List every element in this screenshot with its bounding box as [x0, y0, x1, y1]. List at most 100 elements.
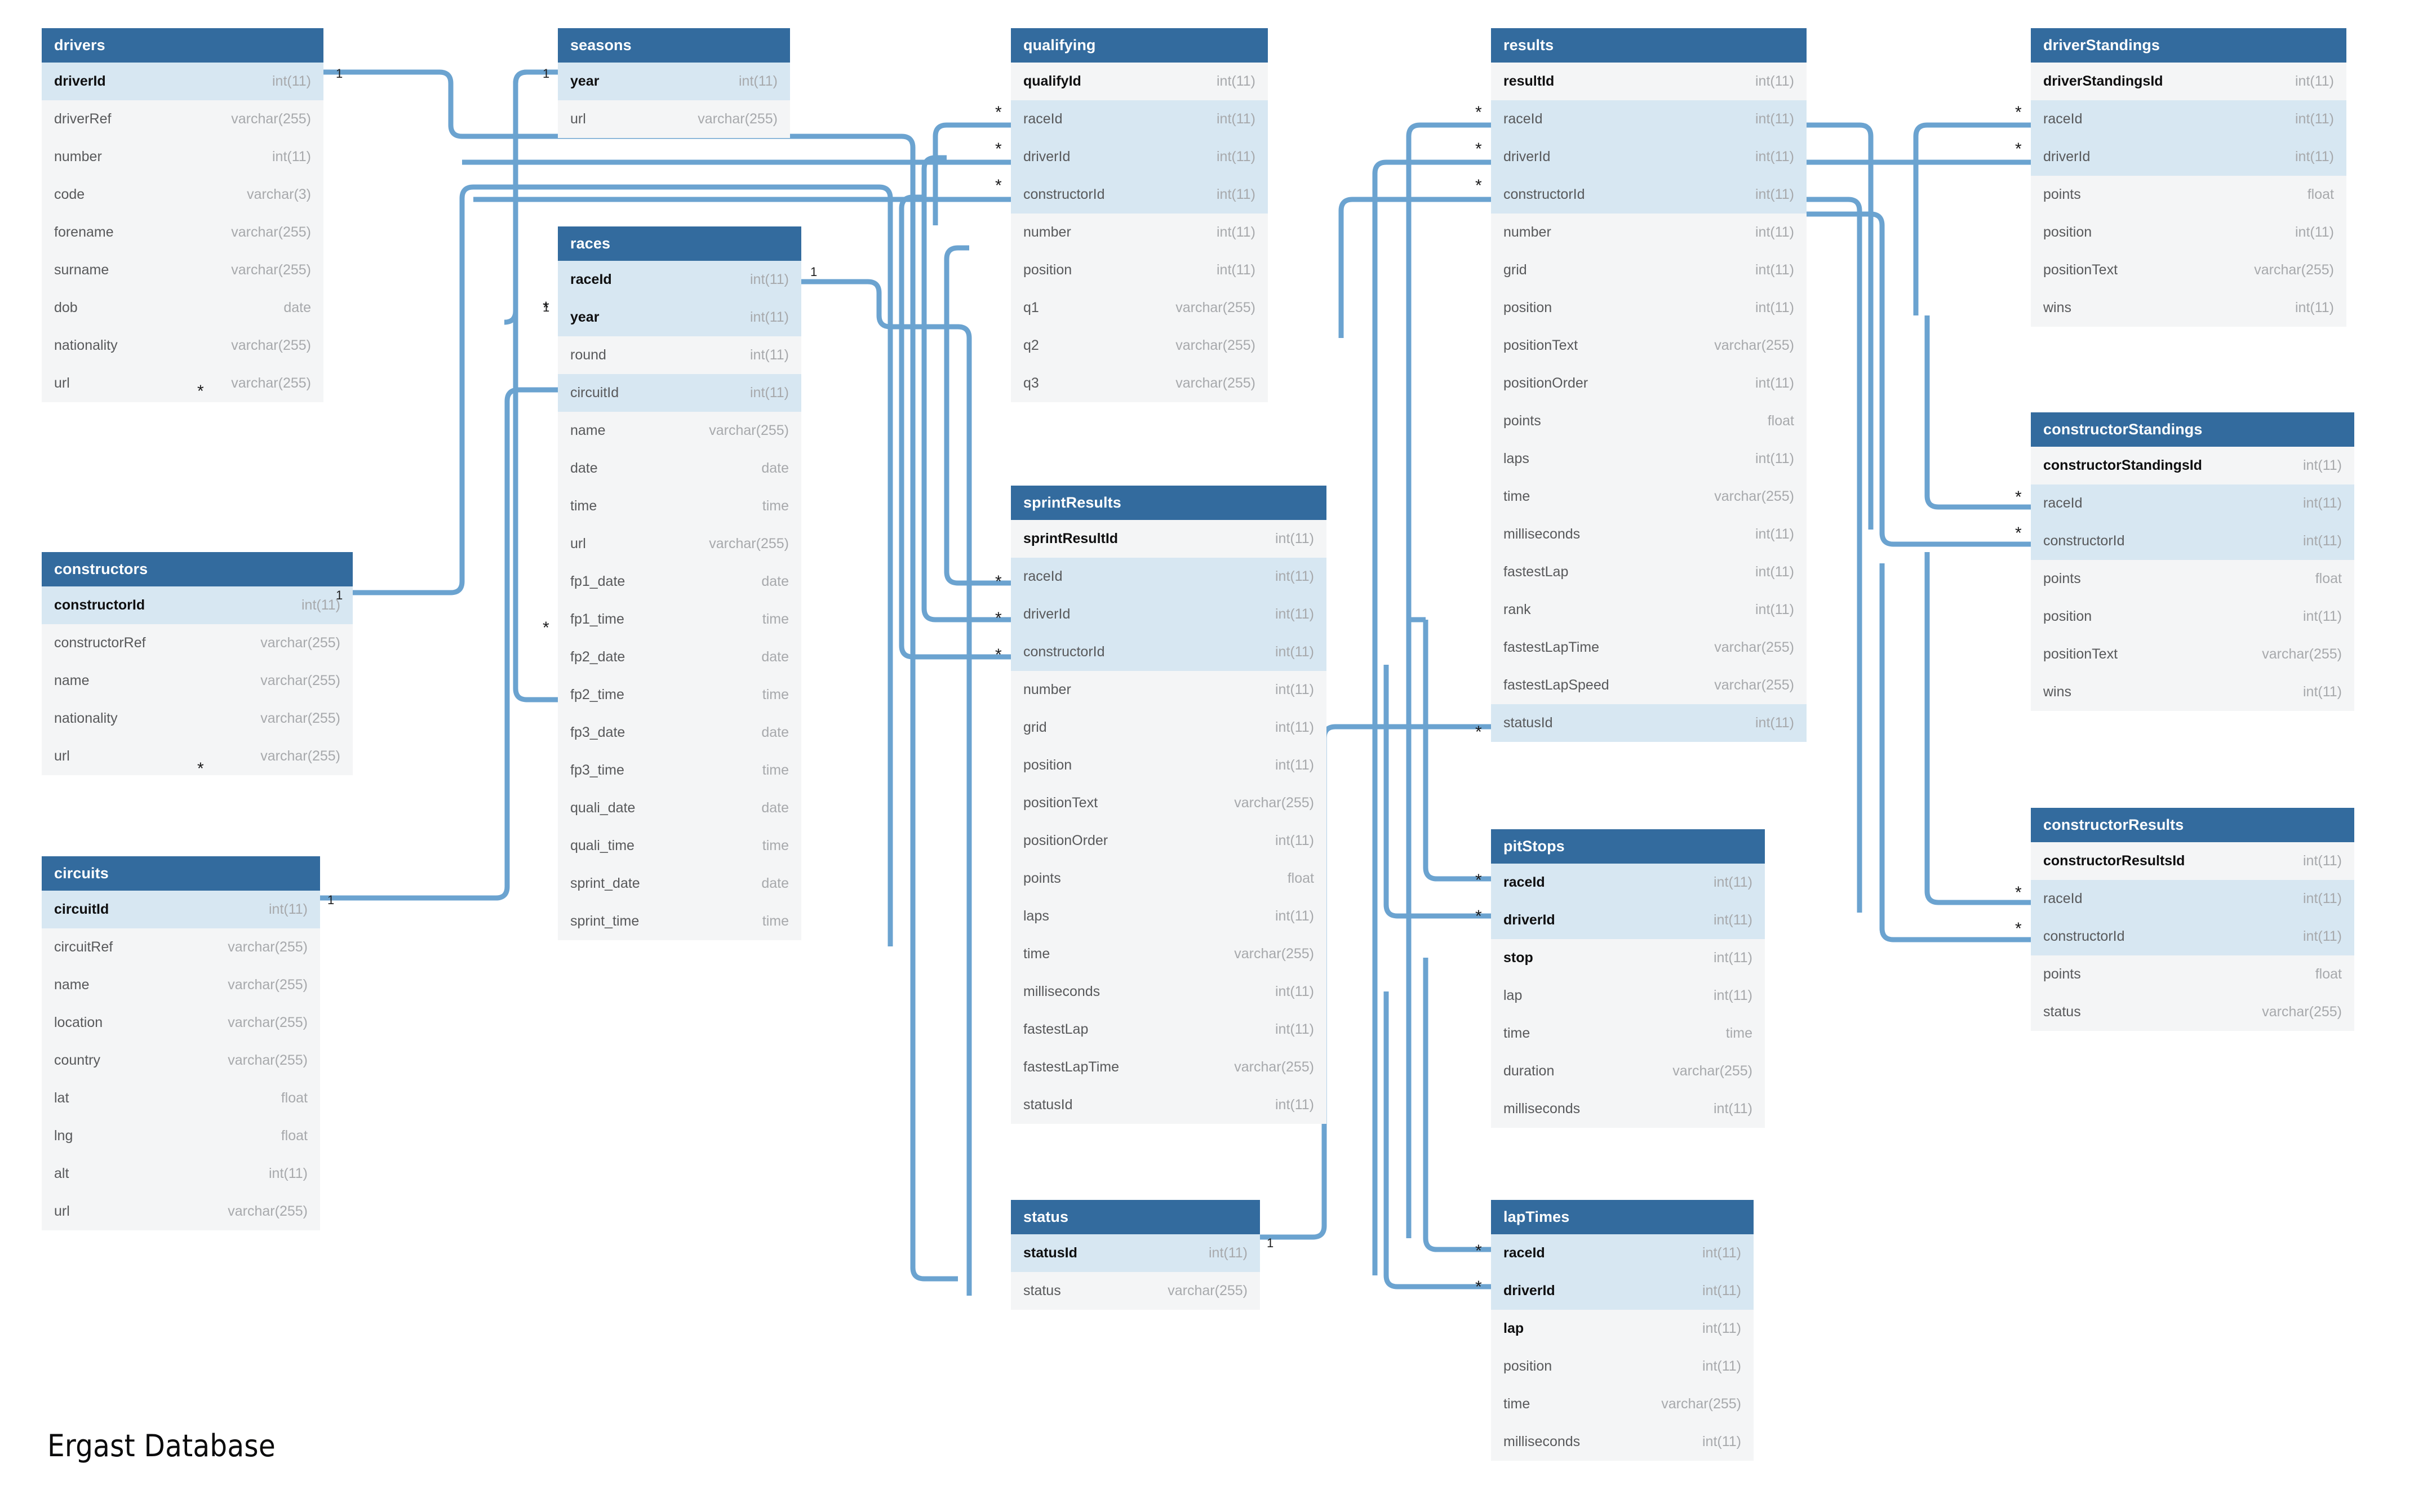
column-sprintResults-milliseconds[interactable]: milliseconds int(11) [1011, 973, 1326, 1011]
entity-constructorResults[interactable]: constructorResults constructorResultsId … [2031, 808, 2354, 1031]
column-results-fastestLapSpeed[interactable]: fastestLapSpeed varchar(255) [1491, 666, 1807, 704]
column-status-status[interactable]: status varchar(255) [1011, 1272, 1260, 1310]
entity-seasons[interactable]: seasons year int(11) url varchar(255) [558, 28, 790, 138]
entity-qualifying[interactable]: qualifying qualifyId int(11) raceId int(… [1011, 28, 1268, 402]
column-races-raceId[interactable]: raceId int(11) [558, 261, 801, 299]
column-sprintResults-fastestLapTime[interactable]: fastestLapTime varchar(255) [1011, 1048, 1326, 1086]
column-races-round[interactable]: round int(11) [558, 336, 801, 374]
column-sprintResults-position[interactable]: position int(11) [1011, 746, 1326, 784]
column-driverStandings-raceId[interactable]: raceId int(11) [2031, 100, 2346, 138]
column-drivers-nationality[interactable]: nationality varchar(255) [42, 327, 323, 364]
entity-driverStandings[interactable]: driverStandings driverStandingsId int(11… [2031, 28, 2346, 327]
column-sprintResults-points[interactable]: points float [1011, 860, 1326, 897]
column-races-quali_time[interactable]: quali_time time [558, 827, 801, 865]
column-races-fp1_time[interactable]: fp1_time time [558, 601, 801, 638]
column-sprintResults-grid[interactable]: grid int(11) [1011, 709, 1326, 746]
column-sprintResults-raceId[interactable]: raceId int(11) [1011, 558, 1326, 595]
column-pitStops-duration[interactable]: duration varchar(255) [1491, 1052, 1765, 1090]
column-pitStops-lap[interactable]: lap int(11) [1491, 977, 1765, 1015]
column-lapTimes-time[interactable]: time varchar(255) [1491, 1385, 1754, 1423]
column-constructors-nationality[interactable]: nationality varchar(255) [42, 700, 353, 737]
column-constructorResults-raceId[interactable]: raceId int(11) [2031, 880, 2354, 918]
column-pitStops-raceId[interactable]: raceId int(11) [1491, 864, 1765, 901]
column-results-positionOrder[interactable]: positionOrder int(11) [1491, 364, 1807, 402]
column-pitStops-driverId[interactable]: driverId int(11) [1491, 901, 1765, 939]
column-results-grid[interactable]: grid int(11) [1491, 251, 1807, 289]
column-races-date[interactable]: date date [558, 450, 801, 487]
column-seasons-url[interactable]: url varchar(255) [558, 100, 790, 138]
column-sprintResults-positionOrder[interactable]: positionOrder int(11) [1011, 822, 1326, 860]
column-lapTimes-driverId[interactable]: driverId int(11) [1491, 1272, 1754, 1310]
column-qualifying-constructorId[interactable]: constructorId int(11) [1011, 176, 1268, 214]
column-pitStops-stop[interactable]: stop int(11) [1491, 939, 1765, 977]
column-circuits-url[interactable]: url varchar(255) [42, 1193, 320, 1230]
entity-constructorStandings[interactable]: constructorStandings constructorStanding… [2031, 412, 2354, 711]
column-constructorStandings-constructorId[interactable]: constructorId int(11) [2031, 522, 2354, 560]
column-circuits-circuitRef[interactable]: circuitRef varchar(255) [42, 928, 320, 966]
column-circuits-location[interactable]: location varchar(255) [42, 1004, 320, 1042]
column-circuits-country[interactable]: country varchar(255) [42, 1042, 320, 1079]
column-races-sprint_date[interactable]: sprint_date date [558, 865, 801, 902]
column-drivers-driverId[interactable]: driverId int(11) [42, 63, 323, 100]
column-races-quali_date[interactable]: quali_date date [558, 789, 801, 827]
column-qualifying-position[interactable]: position int(11) [1011, 251, 1268, 289]
column-results-number[interactable]: number int(11) [1491, 214, 1807, 251]
column-constructorResults-points[interactable]: points float [2031, 955, 2354, 993]
column-results-raceId[interactable]: raceId int(11) [1491, 100, 1807, 138]
entity-sprintResults[interactable]: sprintResults sprintResultId int(11) rac… [1011, 486, 1326, 1124]
column-constructorStandings-position[interactable]: position int(11) [2031, 598, 2354, 635]
entity-races[interactable]: races raceId int(11) year int(11) round … [558, 226, 801, 940]
entity-constructors[interactable]: constructors constructorId int(11) const… [42, 552, 353, 775]
column-sprintResults-driverId[interactable]: driverId int(11) [1011, 595, 1326, 633]
column-driverStandings-position[interactable]: position int(11) [2031, 214, 2346, 251]
column-races-time[interactable]: time time [558, 487, 801, 525]
column-lapTimes-lap[interactable]: lap int(11) [1491, 1310, 1754, 1348]
column-driverStandings-driverId[interactable]: driverId int(11) [2031, 138, 2346, 176]
column-sprintResults-time[interactable]: time varchar(255) [1011, 935, 1326, 973]
column-results-positionText[interactable]: positionText varchar(255) [1491, 327, 1807, 364]
column-circuits-lat[interactable]: lat float [42, 1079, 320, 1117]
column-constructors-constructorRef[interactable]: constructorRef varchar(255) [42, 624, 353, 662]
column-results-fastestLapTime[interactable]: fastestLapTime varchar(255) [1491, 629, 1807, 666]
column-constructors-name[interactable]: name varchar(255) [42, 662, 353, 700]
column-driverStandings-wins[interactable]: wins int(11) [2031, 289, 2346, 327]
column-sprintResults-positionText[interactable]: positionText varchar(255) [1011, 784, 1326, 822]
column-seasons-year[interactable]: year int(11) [558, 63, 790, 100]
entity-drivers[interactable]: drivers driverId int(11) driverRef varch… [42, 28, 323, 402]
column-results-time[interactable]: time varchar(255) [1491, 478, 1807, 515]
column-results-fastestLap[interactable]: fastestLap int(11) [1491, 553, 1807, 591]
column-sprintResults-constructorId[interactable]: constructorId int(11) [1011, 633, 1326, 671]
column-drivers-forename[interactable]: forename varchar(255) [42, 214, 323, 251]
column-results-laps[interactable]: laps int(11) [1491, 440, 1807, 478]
column-results-constructorId[interactable]: constructorId int(11) [1491, 176, 1807, 214]
column-driverStandings-points[interactable]: points float [2031, 176, 2346, 214]
column-sprintResults-sprintResultId[interactable]: sprintResultId int(11) [1011, 520, 1326, 558]
column-constructorStandings-wins[interactable]: wins int(11) [2031, 673, 2354, 711]
column-constructorStandings-points[interactable]: points float [2031, 560, 2354, 598]
column-races-fp3_date[interactable]: fp3_date date [558, 714, 801, 751]
column-status-statusId[interactable]: statusId int(11) [1011, 1234, 1260, 1272]
column-constructors-constructorId[interactable]: constructorId int(11) [42, 586, 353, 624]
column-results-milliseconds[interactable]: milliseconds int(11) [1491, 515, 1807, 553]
column-races-fp2_time[interactable]: fp2_time time [558, 676, 801, 714]
column-pitStops-milliseconds[interactable]: milliseconds int(11) [1491, 1090, 1765, 1128]
column-results-position[interactable]: position int(11) [1491, 289, 1807, 327]
column-races-fp1_date[interactable]: fp1_date date [558, 563, 801, 601]
column-qualifying-raceId[interactable]: raceId int(11) [1011, 100, 1268, 138]
column-pitStops-time[interactable]: time time [1491, 1015, 1765, 1052]
column-qualifying-number[interactable]: number int(11) [1011, 214, 1268, 251]
column-constructorResults-constructorId[interactable]: constructorId int(11) [2031, 918, 2354, 955]
column-constructorStandings-positionText[interactable]: positionText varchar(255) [2031, 635, 2354, 673]
column-results-rank[interactable]: rank int(11) [1491, 591, 1807, 629]
column-qualifying-q1[interactable]: q1 varchar(255) [1011, 289, 1268, 327]
column-races-url[interactable]: url varchar(255) [558, 525, 801, 563]
column-constructorStandings-constructorStandingsId[interactable]: constructorStandingsId int(11) [2031, 447, 2354, 484]
column-races-year[interactable]: year int(11) [558, 299, 801, 336]
column-races-circuitId[interactable]: circuitId int(11) [558, 374, 801, 412]
entity-status[interactable]: status statusId int(11) status varchar(2… [1011, 1200, 1260, 1310]
column-races-name[interactable]: name varchar(255) [558, 412, 801, 450]
column-races-fp3_time[interactable]: fp3_time time [558, 751, 801, 789]
entity-circuits[interactable]: circuits circuitId int(11) circuitRef va… [42, 856, 320, 1230]
column-results-driverId[interactable]: driverId int(11) [1491, 138, 1807, 176]
column-sprintResults-laps[interactable]: laps int(11) [1011, 897, 1326, 935]
